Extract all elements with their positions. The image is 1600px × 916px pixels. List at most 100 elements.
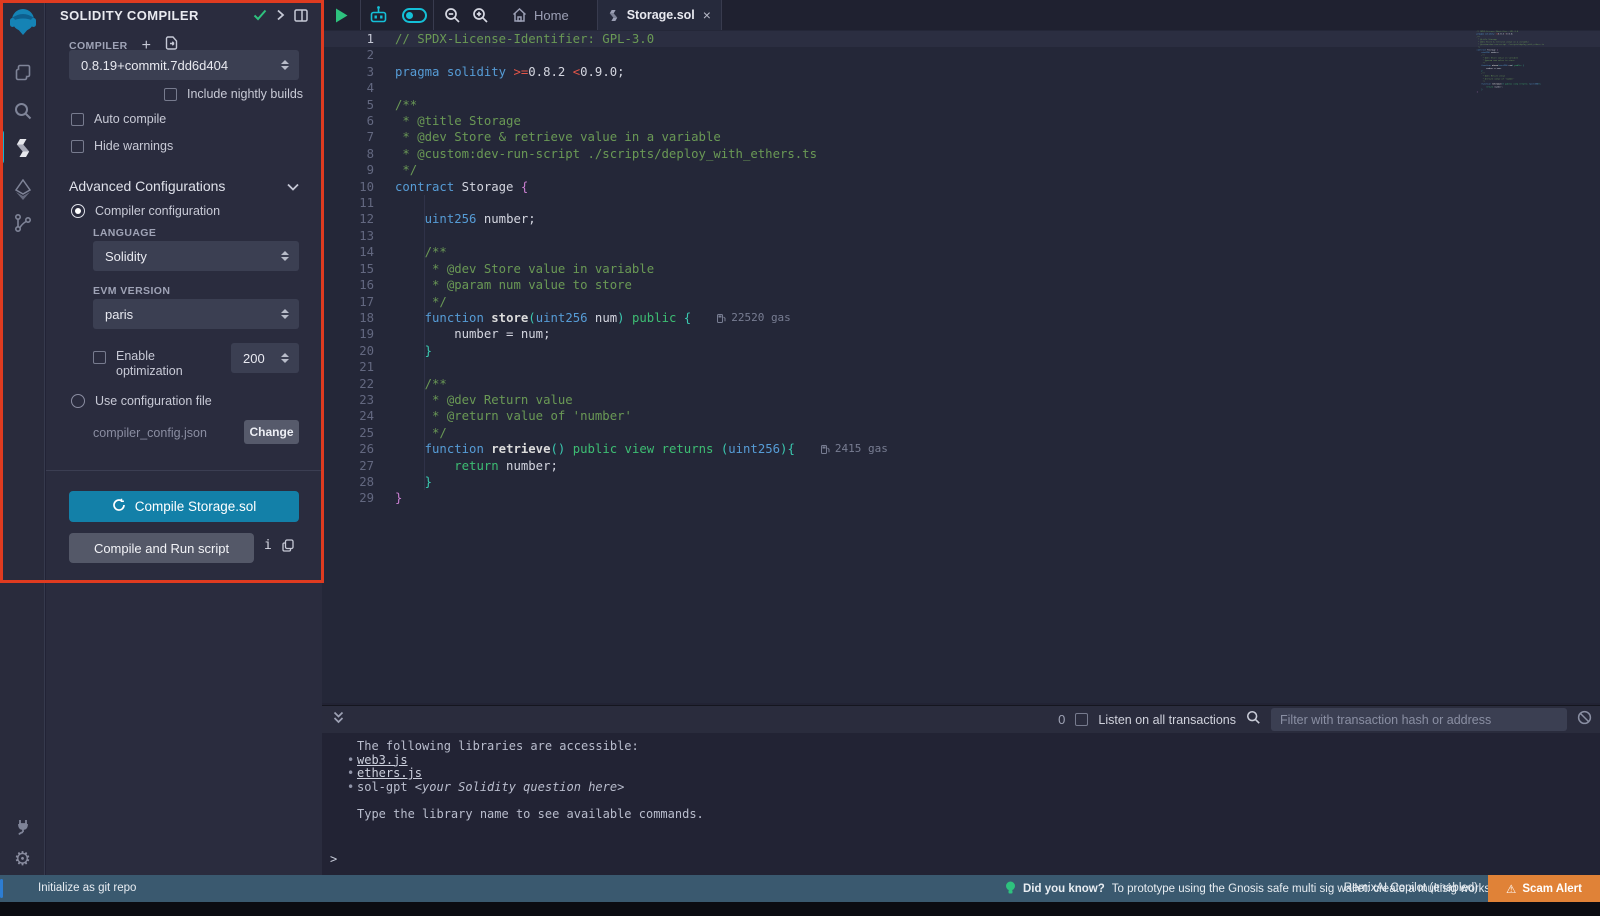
git-init-button[interactable]: Initialize as git repo bbox=[38, 882, 136, 894]
copilot-status[interactable]: RemixAI Copilot (enabled) bbox=[1344, 882, 1478, 894]
code-line: 3pragma solidity >=0.8.2 <0.9.0; bbox=[322, 64, 1600, 80]
auto-compile-row: Auto compile bbox=[71, 112, 166, 126]
code-line: 7 * @dev Store & retrieve value in a var… bbox=[322, 129, 1600, 145]
compiler-configuration-radio[interactable] bbox=[71, 204, 85, 218]
code-line: 19 number = num; bbox=[322, 326, 1600, 342]
enable-optimization-checkbox[interactable] bbox=[93, 351, 106, 364]
terminal-line: ethers.js bbox=[357, 767, 1600, 781]
file-explorer-icon[interactable] bbox=[0, 56, 45, 90]
expand-terminal-icon[interactable] bbox=[332, 711, 345, 729]
copy-icon[interactable] bbox=[282, 539, 294, 557]
home-tab-label: Home bbox=[534, 8, 569, 23]
hide-warnings-label: Hide warnings bbox=[94, 139, 173, 153]
enable-optimization-row: Enableoptimization bbox=[93, 349, 183, 379]
code-line: 6 * @title Storage bbox=[322, 113, 1600, 129]
info-icon[interactable]: i bbox=[264, 538, 272, 553]
solidity-compiler-panel: SOLIDITY COMPILER COMPILER + 0.8.19+comm… bbox=[46, 0, 322, 902]
ethers-link[interactable]: ethers.js bbox=[357, 766, 422, 780]
language-value: Solidity bbox=[105, 249, 147, 264]
terminal-line: Type the library name to see available c… bbox=[357, 808, 1600, 822]
line-number: 28 bbox=[322, 474, 374, 490]
language-select[interactable]: Solidity bbox=[93, 241, 299, 271]
code-line: 2 bbox=[322, 47, 1600, 63]
transaction-filter-input[interactable] bbox=[1271, 708, 1567, 731]
optimization-runs-input[interactable]: 200 bbox=[231, 343, 299, 373]
line-number: 20 bbox=[322, 343, 374, 359]
pin-panel-icon[interactable] bbox=[294, 9, 308, 22]
git-icon[interactable] bbox=[0, 206, 45, 240]
run-play-button[interactable] bbox=[322, 8, 360, 23]
listen-all-transactions-checkbox[interactable] bbox=[1075, 713, 1088, 726]
line-number: 14 bbox=[322, 244, 374, 260]
code-line: 20 } bbox=[322, 343, 1600, 359]
terminal-prompt: > bbox=[330, 853, 1600, 867]
code-editor[interactable]: 1// SPDX-License-Identifier: GPL-3.023pr… bbox=[322, 30, 1600, 703]
deploy-run-icon[interactable] bbox=[0, 173, 45, 207]
line-number: 18 bbox=[322, 310, 374, 326]
tip-label: Did you know? bbox=[1023, 883, 1105, 895]
clear-console-icon[interactable] bbox=[1577, 710, 1592, 730]
code-line: 17 */ bbox=[322, 294, 1600, 310]
optimization-runs-value: 200 bbox=[243, 351, 265, 366]
use-configuration-file-radio[interactable] bbox=[71, 394, 85, 408]
zoom-out-icon[interactable] bbox=[438, 7, 466, 24]
settings-gear-icon[interactable]: ⚙ bbox=[0, 842, 45, 876]
tab-storage-sol[interactable]: Storage.sol × bbox=[597, 0, 722, 30]
select-arrows-icon bbox=[281, 251, 289, 261]
run-script-chevron-icon[interactable] bbox=[276, 9, 285, 21]
compile-button[interactable]: Compile Storage.sol bbox=[69, 491, 299, 522]
line-number: 11 bbox=[322, 195, 374, 211]
code-line: 27 return number; bbox=[322, 458, 1600, 474]
panel-divider bbox=[46, 470, 322, 471]
line-number: 19 bbox=[322, 326, 374, 342]
status-bar: Initialize as git repo Did you know? To … bbox=[0, 875, 1600, 902]
code-line: 26 function retrieve() public view retur… bbox=[322, 441, 1600, 457]
code-line: 23 * @dev Return value bbox=[322, 392, 1600, 408]
select-arrows-icon bbox=[281, 60, 289, 70]
code-line: 24 * @return value of 'number' bbox=[322, 408, 1600, 424]
compile-and-run-button[interactable]: Compile and Run script bbox=[69, 533, 254, 563]
remix-logo-icon[interactable] bbox=[7, 6, 39, 38]
auto-compile-checkbox[interactable] bbox=[71, 113, 84, 126]
solidity-file-icon bbox=[608, 9, 619, 22]
line-number: 24 bbox=[322, 408, 374, 424]
include-nightly-label: Include nightly builds bbox=[187, 87, 303, 101]
ai-copilot-robot-icon[interactable] bbox=[361, 5, 395, 25]
compiler-configuration-label: Compiler configuration bbox=[95, 204, 220, 218]
line-number: 21 bbox=[322, 359, 374, 375]
hide-warnings-checkbox[interactable] bbox=[71, 140, 84, 153]
scam-alert-badge[interactable]: ⚠ Scam Alert bbox=[1488, 875, 1600, 902]
warning-icon: ⚠ bbox=[1506, 882, 1516, 896]
code-line: 15 * @dev Store value in variable bbox=[322, 261, 1600, 277]
code-line: 28 } bbox=[322, 474, 1600, 490]
web3-link[interactable]: web3.js bbox=[357, 753, 408, 767]
home-tab[interactable]: Home bbox=[512, 8, 569, 23]
evm-version-select[interactable]: paris bbox=[93, 299, 299, 329]
stepper-arrows-icon bbox=[281, 353, 289, 363]
plugin-manager-icon[interactable] bbox=[0, 808, 45, 842]
terminal-search-icon[interactable] bbox=[1246, 710, 1261, 730]
minimap[interactable]: 1// SPDX-License-Identifier: GPL-3.023pr… bbox=[1476, 30, 1588, 140]
search-icon[interactable] bbox=[0, 94, 45, 128]
compiler-version-select[interactable]: 0.8.19+commit.7dd6d404 bbox=[69, 50, 299, 80]
hide-warnings-row: Hide warnings bbox=[71, 139, 173, 153]
close-tab-icon[interactable]: × bbox=[703, 8, 711, 22]
terminal-line: The following libraries are accessible: bbox=[357, 740, 1600, 754]
gas-estimate: 22520 gas bbox=[717, 310, 791, 326]
chevron-down-icon bbox=[287, 178, 299, 194]
terminal-line: sol-gpt <your Solidity question here> bbox=[357, 781, 1600, 795]
solidity-compiler-icon[interactable] bbox=[0, 131, 45, 165]
code-line: 25 */ bbox=[322, 425, 1600, 441]
gas-estimate: 2415 gas bbox=[821, 441, 888, 457]
line-number: 13 bbox=[322, 228, 374, 244]
advanced-configurations-toggle[interactable]: Advanced Configurations bbox=[69, 178, 299, 194]
code-line: 4 bbox=[322, 80, 1600, 96]
change-config-button[interactable]: Change bbox=[244, 420, 299, 444]
transaction-count: 0 bbox=[1058, 712, 1065, 727]
include-nightly-checkbox[interactable] bbox=[164, 88, 177, 101]
line-number: 26 bbox=[322, 441, 374, 457]
code-line: 11 bbox=[322, 195, 1600, 211]
zoom-in-icon[interactable] bbox=[466, 7, 494, 24]
line-number: 17 bbox=[322, 294, 374, 310]
copilot-toggle[interactable] bbox=[395, 8, 433, 23]
